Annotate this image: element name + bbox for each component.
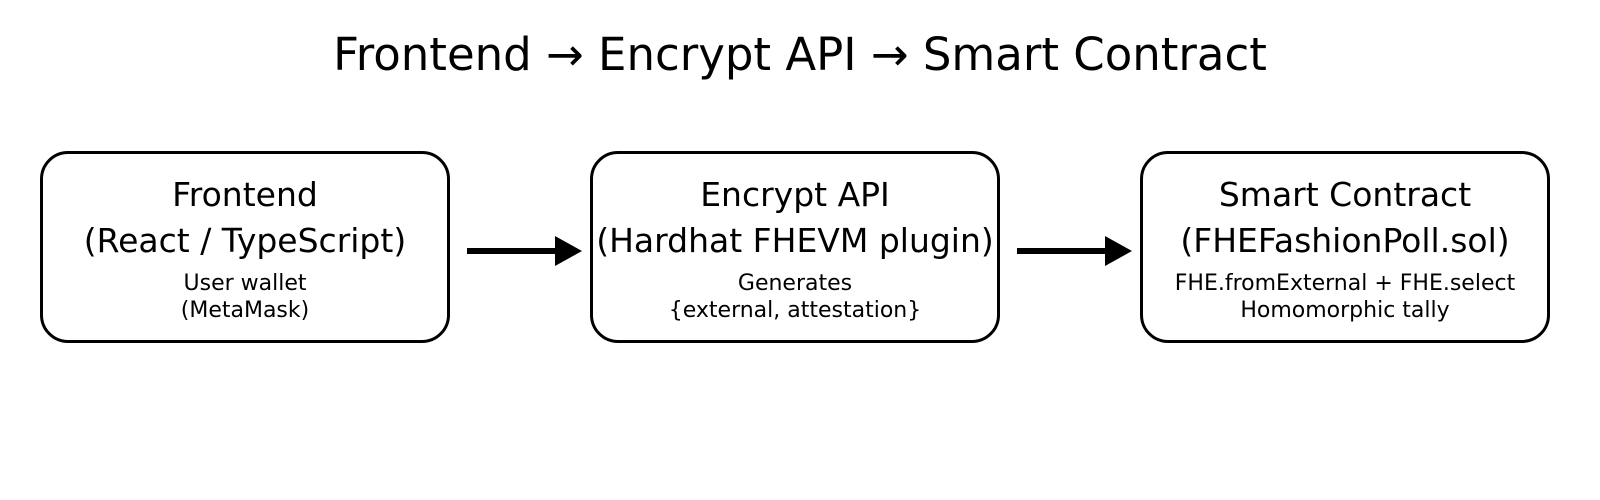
node-frontend-subtitle: (React / TypeScript): [83, 221, 407, 260]
node-frontend-note-line-1: User wallet: [183, 271, 307, 296]
node-frontend-title: Frontend: [172, 175, 318, 214]
node-encrypt-api-subtitle: (Hardhat FHEVM plugin): [596, 221, 994, 260]
node-smart-contract-subtitle: (FHEFashionPoll.sol): [1180, 221, 1510, 260]
node-frontend-note-line-2: (MetaMask): [180, 298, 310, 323]
node-encrypt-api-title: Encrypt API: [700, 175, 890, 214]
diagram-title: Frontend → Encrypt API → Smart Contract: [333, 28, 1267, 81]
node-frontend: Frontend (React / TypeScript) User walle…: [40, 151, 450, 343]
node-smart-contract-note-line-2: Homomorphic tally: [1240, 298, 1450, 323]
node-encrypt-api-note-line-2: {external, attestation}: [668, 298, 922, 323]
node-encrypt-api: Encrypt API (Hardhat FHEVM plugin) Gener…: [590, 151, 1000, 343]
node-smart-contract-title: Smart Contract: [1218, 175, 1472, 214]
node-encrypt-api-note-line-1: Generates: [737, 271, 853, 296]
node-smart-contract-note-line-1: FHE.fromExternal + FHE.select: [1174, 271, 1516, 296]
arrow-right-icon: [467, 236, 582, 266]
node-smart-contract: Smart Contract (FHEFashionPoll.sol) FHE.…: [1140, 151, 1550, 343]
arrow-right-icon: [1017, 236, 1132, 266]
